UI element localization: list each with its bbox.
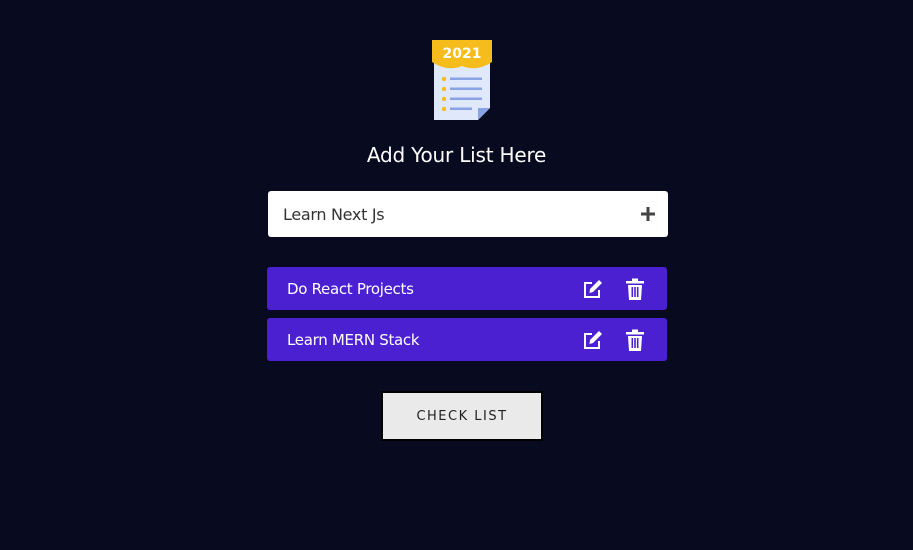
edit-icon bbox=[584, 330, 602, 349]
delete-button[interactable] bbox=[623, 277, 647, 301]
edit-icon bbox=[584, 279, 602, 298]
list-item-label: Do React Projects bbox=[287, 279, 414, 298]
list-item: Do React Projects bbox=[267, 267, 667, 310]
logo-year: 2021 bbox=[443, 46, 482, 62]
edit-button[interactable] bbox=[581, 277, 605, 301]
list-item: Learn MERN Stack bbox=[267, 318, 667, 361]
plus-icon bbox=[641, 207, 655, 221]
todo-list: Do React Projects Learn MERN Stack bbox=[267, 267, 667, 369]
page-title: Add Your List Here bbox=[366, 143, 547, 167]
delete-button[interactable] bbox=[623, 328, 647, 352]
trash-icon bbox=[626, 278, 644, 300]
checklist-logo-icon: 2021 bbox=[432, 40, 492, 120]
add-item-form bbox=[268, 191, 668, 237]
list-item-label: Learn MERN Stack bbox=[287, 330, 420, 349]
check-list-button[interactable]: CHECK LIST bbox=[381, 391, 543, 441]
item-input[interactable] bbox=[268, 191, 628, 237]
trash-icon bbox=[626, 329, 644, 351]
edit-button[interactable] bbox=[581, 328, 605, 352]
add-item-button[interactable] bbox=[628, 191, 668, 237]
